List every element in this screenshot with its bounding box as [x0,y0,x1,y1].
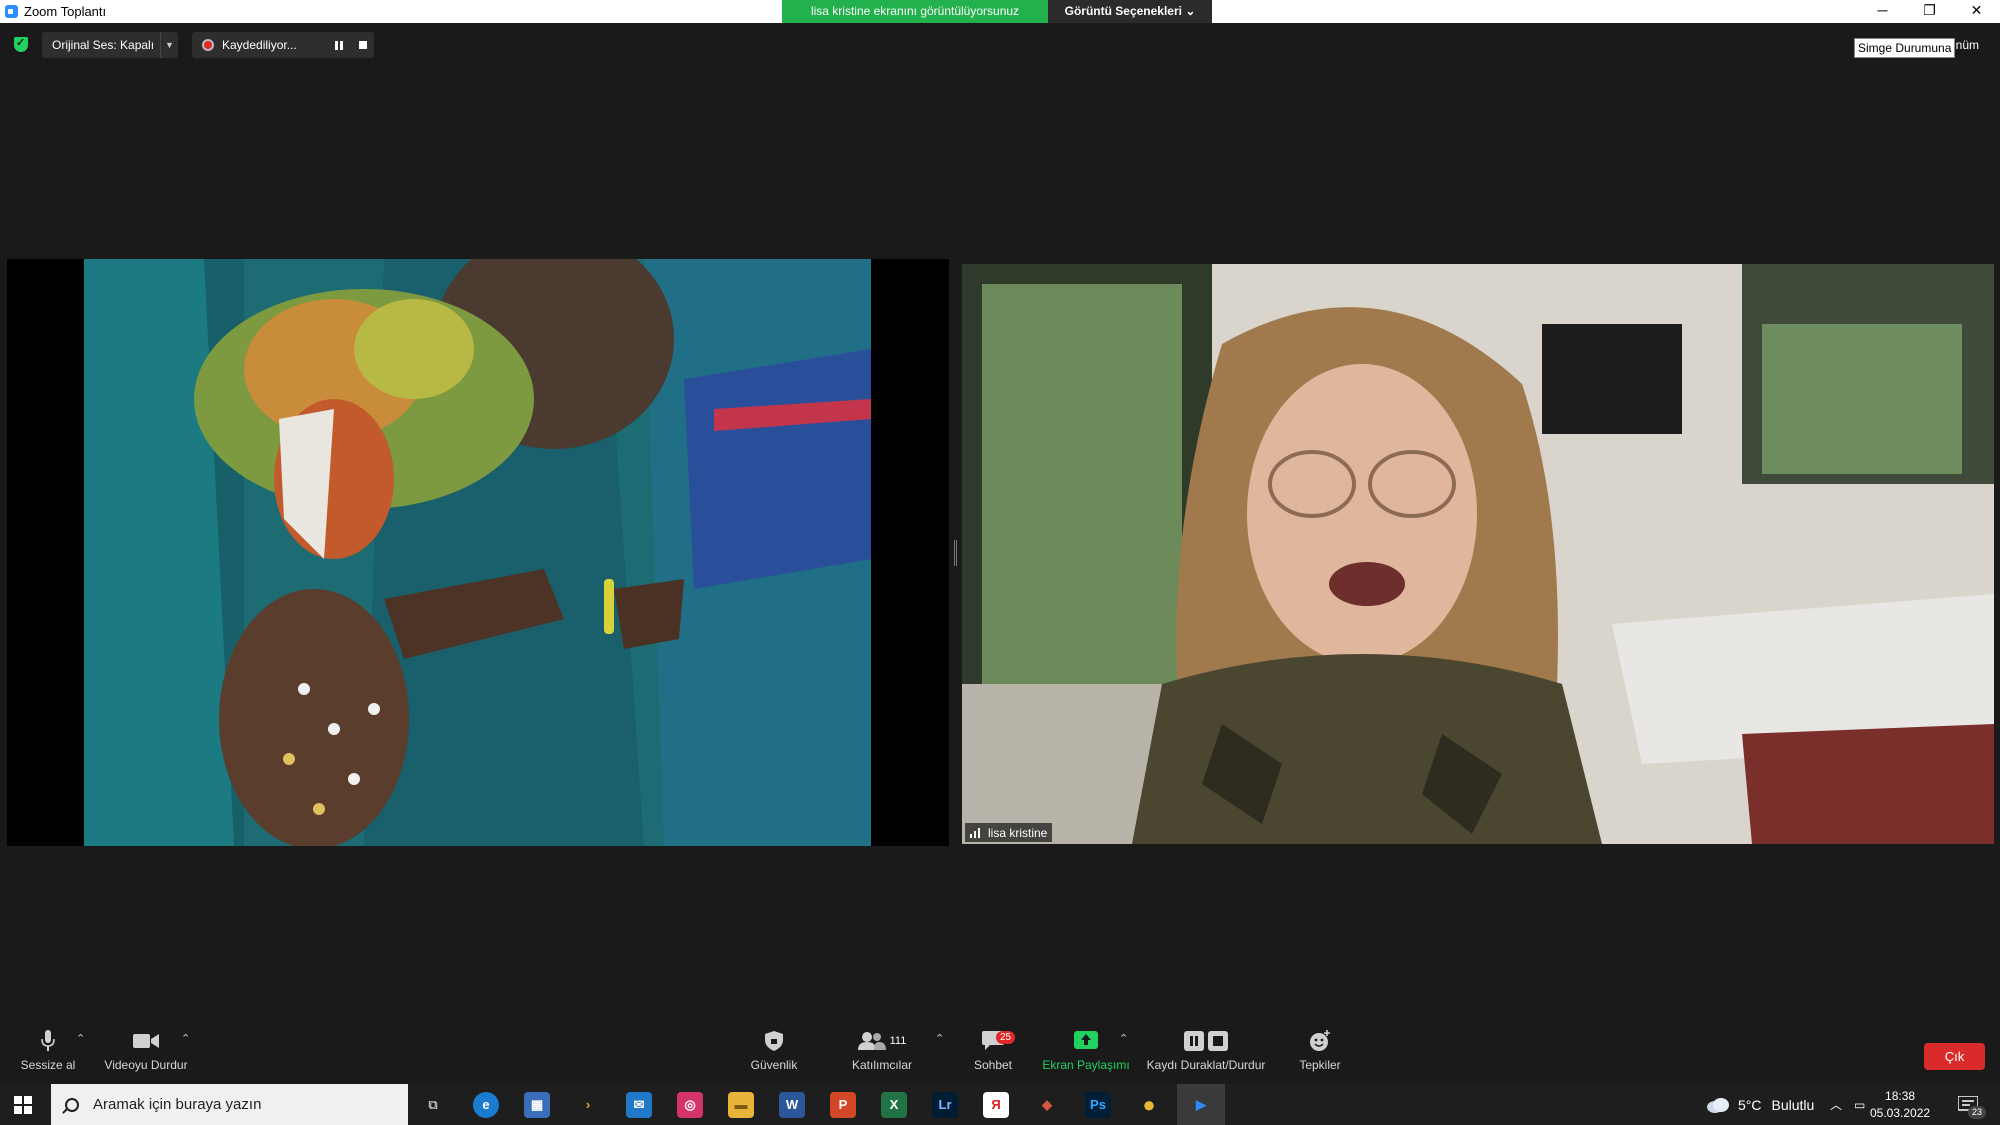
box-app-icon[interactable]: ◆ [1034,1092,1060,1118]
close-button[interactable]: ✕ [1953,0,2000,23]
stop-video-button[interactable]: Videoyu Durdur [98,1026,194,1072]
pause-stop-recording-label: Kaydı Duraklat/Durdur [1146,1058,1266,1072]
stop-video-label: Videoyu Durdur [104,1058,188,1072]
terminal-icon[interactable]: › [575,1092,601,1118]
word-icon[interactable]: W [779,1092,805,1118]
lightroom-icon[interactable]: Lr [932,1092,958,1118]
edge-icon[interactable]: e [473,1092,499,1118]
view-options-label: Görüntü Seçenekleri [1064,4,1182,18]
windows-taskbar: Aramak için buraya yazın ⧉ e ▦ › ✉ ◎ ▬ W… [0,1084,2000,1125]
clock-time: 18:38 [1885,1089,1916,1103]
participants-button[interactable]: 111 Katılımcılar [846,1026,918,1072]
mute-label: Sessize al [20,1058,76,1072]
minimize-tooltip: Simge Durumuna [1854,38,1956,58]
participant-name: lisa kristine [988,825,1048,840]
taskbar-search-box[interactable]: Aramak için buraya yazın [51,1084,408,1125]
zoom-meeting-window: Zoom Toplantı lisa kristine ekranını gör… [0,0,2000,1125]
security-shield-icon [744,1026,804,1056]
window-title: Zoom Toplantı [24,4,107,19]
notification-count: 23 [1968,1106,1987,1119]
search-placeholder: Aramak için buraya yazın [93,1096,262,1113]
taskbar-clock[interactable]: 18:38 05.03.2022 [1870,1088,1930,1122]
participant-video-image [962,264,1994,844]
share-options-caret-icon[interactable]: ⌃ [1119,1032,1128,1045]
weather-description: Bulutlu [1771,1096,1815,1113]
cloud-icon [1707,1097,1729,1113]
original-audio-button[interactable]: Orijinal Ses: Kapalı ▼ [42,32,178,58]
audio-options-caret-icon[interactable]: ⌃ [76,1032,85,1045]
stop-recording-icon[interactable] [359,41,367,49]
participants-options-caret-icon[interactable]: ⌃ [935,1032,944,1045]
chat-unread-badge: 25 [996,1031,1016,1044]
shared-photo-image [84,259,871,846]
window-controls: ─ ❐ ✕ [1859,0,2000,23]
screen-share-banner: lisa kristine ekranını görüntülüyorsunuz… [782,0,1212,23]
security-label: Güvenlik [750,1058,798,1072]
chat-label: Sohbet [973,1058,1013,1072]
powerpoint-icon[interactable]: P [830,1092,856,1118]
exit-meeting-button[interactable]: Çık [1924,1043,1985,1070]
participants-count: 111 [889,1035,907,1047]
notifications-icon[interactable]: 23 [1958,1084,1987,1125]
record-dot-icon [202,39,214,51]
signal-strength-icon [970,827,984,838]
participant-name-tag: lisa kristine [965,823,1053,842]
reactions-label: Tepkiler [1299,1058,1341,1072]
security-button[interactable]: Güvenlik [744,1026,804,1072]
clock-date: 05.03.2022 [1870,1106,1931,1120]
view-options-button[interactable]: Görüntü Seçenekleri ⌄ [1048,0,1212,23]
zoom-taskbar-icon[interactable]: ▶ [1177,1084,1225,1125]
title-bar: Zoom Toplantı lisa kristine ekranını gör… [0,0,2000,23]
pause-stop-recording-button[interactable]: Kaydı Duraklat/Durdur [1141,1026,1271,1072]
recording-label: Kaydediliyor... [222,38,297,52]
shared-photo [84,259,871,846]
yandex-icon[interactable]: Я [983,1092,1009,1118]
meeting-top-bar: Orijinal Ses: Kapalı ▼ Kaydediliyor... [0,30,2000,60]
share-screen-label: Ekran Paylaşımı [1042,1058,1130,1072]
windows-start-icon[interactable] [14,1096,32,1114]
shared-screen-pane [7,259,949,846]
store-icon[interactable]: ▦ [524,1092,550,1118]
creative-cloud-icon[interactable]: ◎ [677,1092,703,1118]
weather-temperature: 5°C [1738,1096,1762,1113]
participants-label: Katılımcılar [851,1058,912,1072]
pause-stop-recording-icon [1141,1026,1271,1056]
chevron-down-icon[interactable]: ▼ [160,32,178,58]
restore-button[interactable]: ❐ [1906,0,1953,23]
show-hidden-icons-icon[interactable]: ︿ [1830,1084,1842,1125]
microphone-icon [18,1026,78,1056]
reactions-button[interactable]: Tepkiler [1290,1026,1350,1072]
view-button-label[interactable]: inüm [1953,38,1979,52]
photoshop-icon[interactable]: Ps [1085,1092,1111,1118]
encryption-shield-icon[interactable] [14,36,28,52]
task-view-icon[interactable]: ⧉ [420,1092,446,1118]
participant-video-pane [962,264,1994,844]
mute-button[interactable]: Sessize al [18,1026,78,1072]
zoom-logo-icon [5,5,18,18]
video-options-caret-icon[interactable]: ⌃ [181,1032,190,1045]
video-camera-icon [98,1026,194,1056]
pause-recording-icon[interactable] [335,40,343,50]
meeting-toolbar: Sessize al ⌃ Videoyu Durdur ⌃ Güvenlik 1… [0,1026,2000,1084]
file-explorer-icon[interactable]: ▬ [728,1092,754,1118]
participants-icon: 111 [846,1026,918,1056]
search-icon [65,1097,79,1112]
pane-resize-handle[interactable] [954,540,957,566]
share-status-text: lisa kristine ekranını görüntülüyorsunuz [782,0,1048,23]
mail-icon[interactable]: ✉ [626,1092,652,1118]
chrome-icon[interactable]: ● [1136,1092,1162,1118]
minimize-button[interactable]: ─ [1859,0,1906,23]
recording-indicator: Kaydediliyor... [192,32,374,58]
weather-widget[interactable]: 5°C Bulutlu [1706,1084,1814,1125]
original-audio-label: Orijinal Ses: Kapalı [52,38,155,52]
network-icon[interactable]: ▭ [1854,1084,1865,1125]
smiley-icon [1290,1026,1350,1056]
excel-icon[interactable]: X [881,1092,907,1118]
chevron-down-icon: ⌄ [1185,4,1196,18]
